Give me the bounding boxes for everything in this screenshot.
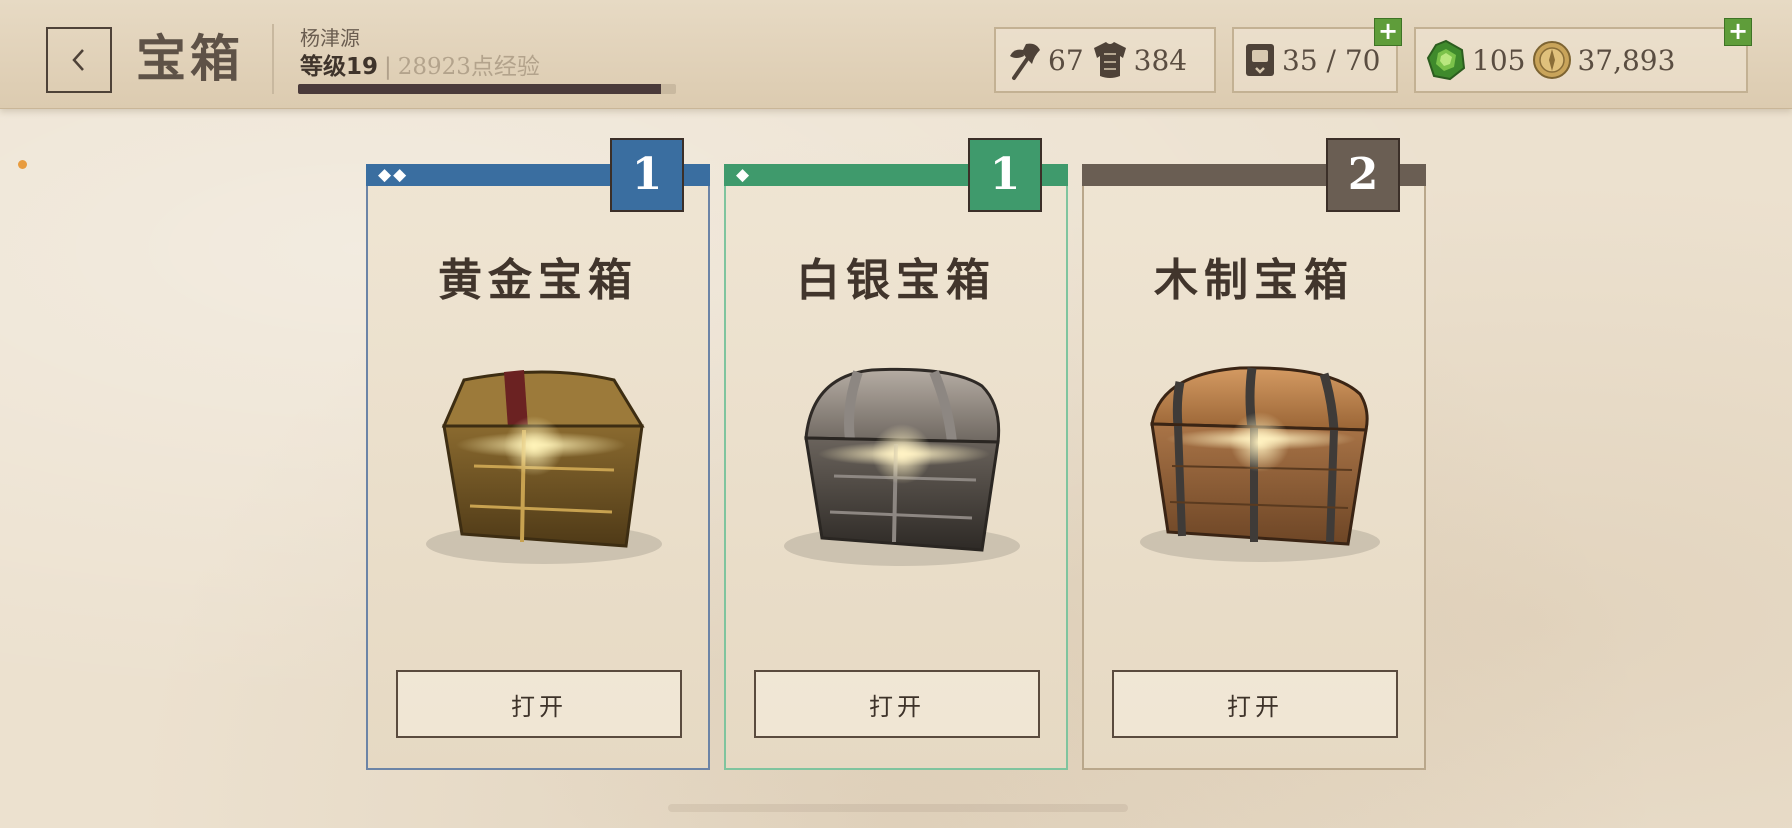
- chest-card-wood[interactable]: 2 木制宝箱 打开: [1082, 138, 1426, 770]
- rarity-diamonds: ◆◆: [378, 165, 409, 185]
- currency-box[interactable]: 105 37,893: [1414, 27, 1748, 93]
- xp-progress-fill: [298, 84, 661, 94]
- level-line: 等级19 | 28923点经验: [300, 52, 540, 82]
- inventory-value: 35 / 70: [1282, 43, 1381, 77]
- open-button[interactable]: 打开: [396, 670, 682, 738]
- chest-name: 白银宝箱: [796, 255, 996, 306]
- chest-count-badge: 2: [1326, 138, 1400, 212]
- plus-icon: +: [1377, 17, 1399, 45]
- top-bar: 宝箱 杨津源 等级19|28923点经验 67 384 35 / 70 +: [0, 0, 1792, 109]
- inventory-plus-button[interactable]: +: [1374, 18, 1402, 46]
- currency-plus-button[interactable]: +: [1724, 18, 1752, 46]
- chest-card-gold[interactable]: ◆◆ 1 黄金宝箱 打开: [366, 138, 710, 770]
- player-name: 杨津源: [300, 26, 360, 50]
- chest-name: 木制宝箱: [1154, 255, 1354, 306]
- gem-value: 105: [1472, 43, 1526, 77]
- open-button[interactable]: 打开: [1112, 670, 1398, 738]
- defense-value: 384: [1133, 43, 1188, 77]
- chest-card-silver[interactable]: ◆ 1 白银宝箱 打开: [724, 138, 1068, 770]
- level-label: 等级19: [300, 54, 379, 80]
- header-divider: [272, 24, 274, 94]
- gold-chest-icon: [426, 370, 662, 564]
- chest-count-badge: 1: [968, 138, 1042, 212]
- notification-dot: [18, 160, 27, 169]
- gold-value: 37,893: [1577, 43, 1676, 77]
- attack-value: 67: [1048, 43, 1084, 77]
- gold-coin-icon: [1533, 41, 1572, 79]
- plus-icon: +: [1727, 17, 1749, 45]
- combat-stats-box[interactable]: 67 384: [994, 27, 1216, 93]
- xp-text: 28923点经验: [397, 54, 540, 80]
- page-title: 宝箱: [136, 30, 244, 88]
- inventory-icon: [1246, 44, 1274, 76]
- back-icon: [72, 49, 84, 71]
- open-button[interactable]: 打开: [754, 670, 1040, 738]
- level-separator: |: [384, 54, 392, 80]
- silver-chest-icon: [784, 367, 1020, 566]
- back-button[interactable]: [46, 27, 112, 93]
- rarity-diamonds: ◆: [736, 165, 752, 185]
- xp-progress-bar: [298, 84, 676, 94]
- armor-icon: [1093, 42, 1126, 78]
- home-indicator: [668, 804, 1128, 812]
- wood-chest-icon: [1140, 366, 1380, 562]
- axe-icon: [1010, 43, 1040, 80]
- chest-name: 黄金宝箱: [438, 255, 638, 306]
- chest-count-badge: 1: [610, 138, 684, 212]
- gem-icon: [1426, 39, 1466, 81]
